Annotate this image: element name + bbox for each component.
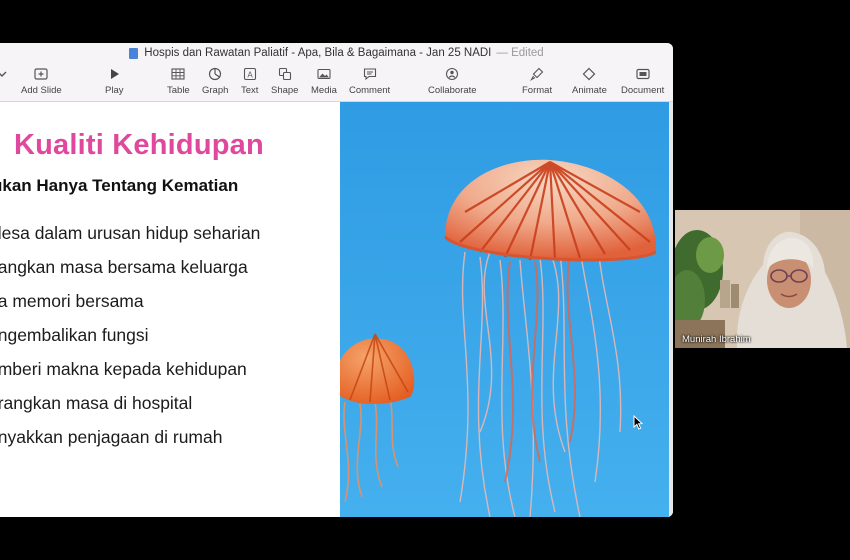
add-slide-icon [34, 68, 48, 80]
text-button[interactable]: A Text [241, 66, 258, 96]
slide-title: Kualiti Kehidupan [14, 129, 264, 161]
vertical-scrollbar[interactable] [669, 102, 673, 517]
comment-icon [363, 68, 376, 81]
play-icon [111, 69, 120, 79]
format-button[interactable]: Format [522, 66, 552, 96]
table-button[interactable]: Table [167, 66, 190, 96]
collaborate-icon [446, 67, 459, 81]
media-icon [317, 68, 331, 80]
comment-button[interactable]: Comment [349, 66, 390, 96]
collaborate-button[interactable]: Collaborate [428, 66, 477, 96]
slide-subtitle: ukan Hanya Tentang Kematian [0, 176, 239, 195]
animate-icon [583, 67, 596, 81]
document-file-icon [129, 47, 139, 59]
bullet-item: urangkan masa di hospital [0, 393, 193, 413]
jellyfish-image [340, 102, 669, 517]
bullet-item: elesa dalam urusan hidup seharian [0, 223, 261, 243]
bullet-item: emberi makna kepada kehidupan [0, 359, 247, 379]
document-icon [636, 68, 650, 80]
shape-icon [278, 67, 291, 81]
bullet-item: uangkan masa bersama keluarga [0, 257, 248, 277]
participant-video [675, 210, 850, 348]
format-brush-icon [530, 67, 544, 81]
document-title: Hospis dan Rawatan Paliatif - Apa, Bila … [144, 47, 492, 59]
slide-canvas[interactable]: Kualiti Kehidupan ukan Hanya Tentang Kem… [0, 102, 673, 517]
edited-status: — Edited [496, 47, 544, 59]
bullet-item: anyakkan penjagaan di rumah [0, 427, 223, 447]
jellyfish-photo[interactable] [340, 102, 669, 517]
chevron-down-icon [0, 71, 7, 77]
keynote-window: Hospis dan Rawatan Paliatif - Apa, Bila … [0, 43, 673, 517]
text-icon: A [243, 67, 256, 81]
table-icon [171, 68, 185, 80]
participant-name-label: Munirah Ibrahim [682, 334, 751, 345]
mouse-cursor-icon [633, 415, 643, 430]
participant-video-tile[interactable]: Munirah Ibrahim [675, 210, 850, 348]
bullet-item: engembalikan fungsi [0, 325, 149, 345]
shape-button[interactable]: Shape [271, 66, 298, 96]
media-button[interactable]: Media [311, 66, 337, 96]
title-bar: Hospis dan Rawatan Paliatif - Apa, Bila … [0, 43, 673, 63]
animate-button[interactable]: Animate [572, 66, 607, 96]
graph-icon [209, 67, 222, 81]
play-button[interactable]: Play [105, 66, 123, 96]
add-slide-button[interactable]: Add Slide [21, 66, 62, 96]
bullet-list: elesa dalam urusan hidup seharian uangka… [0, 222, 260, 460]
graph-button[interactable]: Graph [202, 66, 228, 96]
toolbar: Add Slide Play Table Graph A Text Shape … [0, 63, 673, 102]
bullet-item: na memori bersama [0, 291, 144, 311]
document-button[interactable]: Document [621, 66, 664, 96]
view-menu-button[interactable] [0, 66, 14, 82]
svg-text:A: A [247, 70, 253, 79]
